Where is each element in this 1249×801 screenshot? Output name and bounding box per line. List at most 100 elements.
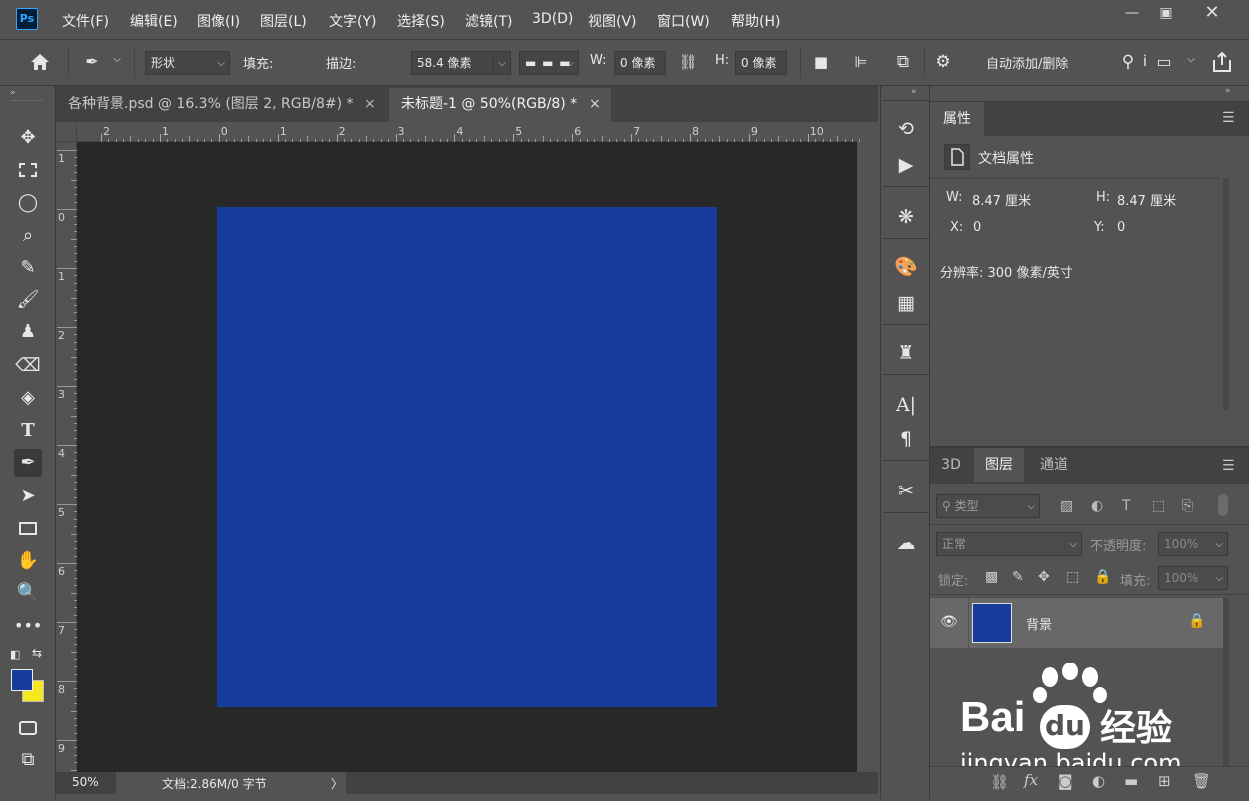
grid-icon[interactable]: ▦: [891, 288, 921, 318]
layer-filter-select[interactable]: ⚲ 类型 ⌵: [936, 494, 1040, 518]
menu-filter[interactable]: 滤镜(T): [465, 11, 512, 31]
layer-row[interactable]: 👁 背景 🔒: [930, 598, 1223, 648]
tab-document-2[interactable]: 未标题-1 @ 50%(RGB/8) * ×: [389, 88, 611, 122]
history-icon[interactable]: ⟲: [891, 114, 921, 144]
horizontal-ruler[interactable]: 2 1 0 1 2 3 4 5 6 7 8 9 10: [77, 122, 861, 142]
filter-toggle[interactable]: [1218, 494, 1228, 516]
paint-bucket-tool-icon[interactable]: ◈: [14, 384, 42, 412]
lock-image-icon[interactable]: ✎: [1012, 569, 1024, 585]
close-window-icon[interactable]: ✕: [1196, 4, 1228, 24]
eraser-tool-icon[interactable]: ⌫: [14, 352, 42, 380]
menu-file[interactable]: 文件(F): [62, 11, 109, 31]
hand-tool-icon[interactable]: ✋: [14, 547, 42, 575]
layer-mask-icon[interactable]: ◙: [1058, 772, 1073, 790]
quick-mask-icon[interactable]: [14, 714, 42, 742]
tool-mode-select[interactable]: 形状 ⌵: [145, 51, 230, 75]
layers-scrollbar[interactable]: [1223, 598, 1229, 768]
swap-colors-icon[interactable]: ⇆: [32, 646, 42, 660]
stroke-type-select[interactable]: ▬ ▬ ▬ ⌵: [519, 51, 579, 75]
pen-tool-icon[interactable]: ✒: [14, 449, 42, 477]
width-input[interactable]: 0 像素: [614, 51, 666, 75]
x-value[interactable]: 0: [973, 220, 981, 235]
menu-type[interactable]: 文字(Y): [329, 11, 376, 31]
blend-mode-select[interactable]: 正常 ⌵: [936, 532, 1082, 556]
swatches-icon[interactable]: 🎨: [891, 252, 921, 282]
filter-pixel-icon[interactable]: ▨: [1060, 498, 1073, 514]
workspace-icon[interactable]: ▭: [1152, 52, 1176, 71]
character-icon[interactable]: A|: [891, 390, 921, 420]
path-selection-tool-icon[interactable]: ➤: [14, 482, 42, 510]
maximize-icon[interactable]: ▣: [1150, 4, 1182, 24]
properties-scrollbar[interactable]: [1223, 178, 1229, 410]
tab-properties[interactable]: 属性: [930, 102, 984, 136]
clone-stamp-tool-icon[interactable]: ♟: [14, 318, 42, 346]
canvas-workspace[interactable]: [77, 142, 857, 772]
menu-window[interactable]: 窗口(W): [657, 11, 710, 31]
close-tab-icon[interactable]: ×: [364, 88, 376, 120]
eyedropper-tool-icon[interactable]: ✎: [14, 254, 42, 282]
pen-tool-preset-icon[interactable]: ✒: [80, 52, 104, 74]
libraries-icon[interactable]: ☁: [891, 528, 921, 558]
tab-document-1[interactable]: 各种背景.psd @ 16.3% (图层 2, RGB/8#) * ×: [56, 88, 386, 122]
collapse-panel-icon[interactable]: »: [1225, 86, 1231, 96]
toolbar-grip[interactable]: [12, 100, 44, 104]
marquee-tool-icon[interactable]: [14, 156, 42, 184]
menu-select[interactable]: 选择(S): [397, 11, 445, 31]
quick-selection-tool-icon[interactable]: ⌕: [14, 222, 42, 250]
menu-help[interactable]: 帮助(H): [731, 11, 780, 31]
lasso-tool-icon[interactable]: ◯: [14, 189, 42, 217]
menu-image[interactable]: 图像(I): [197, 11, 240, 31]
info-icon[interactable]: i: [1140, 52, 1150, 70]
lock-all-icon[interactable]: 🔒: [1094, 569, 1111, 585]
tab-channels[interactable]: 通道: [1028, 448, 1080, 482]
expand-panels-icon[interactable]: «: [911, 87, 917, 97]
panel-menu-icon[interactable]: ☰: [1222, 458, 1235, 474]
close-tab-icon[interactable]: ×: [589, 88, 601, 120]
new-layer-icon[interactable]: ⊞: [1158, 772, 1171, 790]
menu-view[interactable]: 视图(V): [588, 11, 637, 31]
minimize-icon[interactable]: —: [1116, 4, 1148, 24]
share-icon[interactable]: [1210, 51, 1234, 75]
path-alignment-icon[interactable]: ⊫: [850, 53, 872, 71]
trash-icon[interactable]: 🗑: [1192, 772, 1211, 790]
character-styles-icon[interactable]: ♜: [891, 338, 921, 368]
layer-style-icon[interactable]: fx: [1024, 771, 1038, 789]
foreground-color-swatch[interactable]: [11, 669, 33, 691]
gear-icon[interactable]: ⚙: [932, 52, 954, 72]
link-icon[interactable]: ⛓: [677, 53, 699, 71]
move-tool-icon[interactable]: ✥: [14, 124, 42, 152]
default-colors-icon[interactable]: ◧: [10, 648, 20, 661]
stroke-width-input[interactable]: 58.4 像素 ⌵: [411, 51, 511, 75]
filter-type-icon[interactable]: T: [1122, 498, 1131, 514]
tab-3d[interactable]: 3D: [932, 448, 970, 482]
layer-name[interactable]: 背景: [1026, 614, 1052, 633]
path-operations-icon[interactable]: ■: [810, 53, 832, 71]
path-arrangement-icon[interactable]: ⧉: [890, 52, 916, 72]
opacity-input[interactable]: 100% ⌵: [1158, 532, 1228, 556]
y-value[interactable]: 0: [1117, 220, 1125, 235]
filter-shape-icon[interactable]: ⬚: [1152, 498, 1165, 514]
document-canvas[interactable]: [217, 207, 717, 707]
screen-mode-icon[interactable]: ⧉: [14, 746, 42, 774]
more-tools-icon[interactable]: •••: [14, 612, 42, 640]
zoom-level[interactable]: 50%: [72, 775, 99, 789]
menu-3d[interactable]: 3D(D): [532, 11, 573, 27]
vertical-ruler[interactable]: 1 0 1 2 3 4 5 6 7 8 9: [56, 142, 77, 793]
zoom-tool-icon[interactable]: 🔍: [14, 579, 42, 607]
menu-layer[interactable]: 图层(L): [260, 11, 307, 31]
link-layers-icon[interactable]: ⛓: [990, 773, 1009, 791]
lock-artboard-icon[interactable]: ⬚: [1066, 569, 1079, 585]
visibility-eye-icon[interactable]: 👁: [940, 614, 958, 630]
adjustment-layer-icon[interactable]: ◐: [1092, 772, 1105, 790]
height-input[interactable]: 0 像素: [735, 51, 787, 75]
collapse-toolbar-icon[interactable]: »: [10, 88, 16, 98]
type-tool-icon[interactable]: T: [14, 417, 42, 445]
fill-input[interactable]: 100% ⌵: [1158, 566, 1228, 590]
workspace-chevron-icon[interactable]: ⌵: [1184, 54, 1198, 65]
menu-edit[interactable]: 编辑(E): [130, 11, 178, 31]
brush-tool-icon[interactable]: 🖌: [14, 286, 42, 314]
ruler-origin[interactable]: [56, 122, 77, 142]
paragraph-icon[interactable]: ¶: [891, 424, 921, 454]
lock-transparent-icon[interactable]: ▩: [985, 569, 998, 585]
filter-smart-object-icon[interactable]: ⎘: [1182, 498, 1193, 514]
